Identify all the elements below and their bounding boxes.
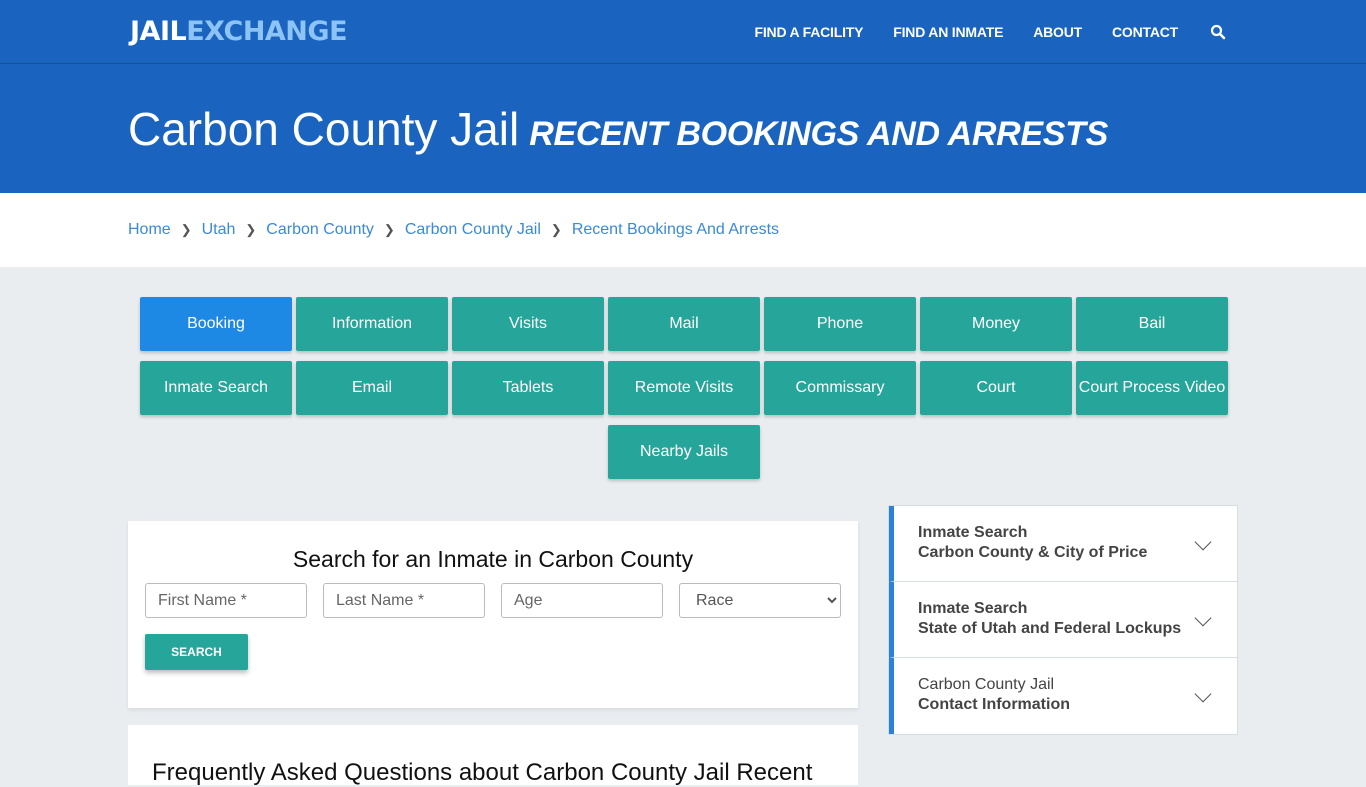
page-title: Carbon County Jail RECENT BOOKINGS AND AR… [128,102,1108,156]
accordion-carbon-county-search[interactable]: Inmate Search Carbon County & City of Pr… [889,506,1237,582]
btn-commissary[interactable]: Commissary [764,361,916,415]
nav-about[interactable]: ABOUT [1033,24,1082,40]
search-icon[interactable] [1210,24,1226,40]
btn-nearby-jails[interactable]: Nearby Jails [608,425,760,479]
logo-jail: JAIL [130,16,187,47]
inmate-search-card: Search for an Inmate in Carbon County Ra… [128,521,858,708]
accordion-line2: State of Utah and Federal Lockups [918,620,1182,637]
accordion-line2: Contact Information [918,696,1070,713]
breadcrumb-carbon-county-jail[interactable]: Carbon County Jail [405,221,541,239]
nav-contact[interactable]: CONTACT [1112,24,1178,40]
faq-card: Frequently Asked Questions about Carbon … [128,725,858,786]
age-input[interactable] [501,583,663,618]
chevron-right-icon: ❯ [180,222,192,237]
btn-tablets[interactable]: Tablets [452,361,604,415]
accordion-contact-information[interactable]: Carbon County Jail Contact Information [889,658,1237,734]
title-main: Carbon County Jail [128,103,520,155]
facility-button-grid: Booking Information Visits Mail Phone Mo… [139,297,1229,489]
btn-remote-visits[interactable]: Remote Visits [608,361,760,415]
chevron-right-icon: ❯ [550,222,562,237]
accordion-line2: Carbon County & City of Price [918,544,1148,561]
btn-email[interactable]: Email [296,361,448,415]
btn-visits[interactable]: Visits [452,297,604,351]
accordion-line1: Carbon County Jail [918,676,1055,693]
btn-booking[interactable]: Booking [140,297,292,351]
nav-find-facility[interactable]: FIND A FACILITY [755,24,864,40]
breadcrumb-home[interactable]: Home [128,221,171,239]
btn-information[interactable]: Information [296,297,448,351]
btn-bail[interactable]: Bail [1076,297,1228,351]
first-name-input[interactable] [145,583,307,618]
search-button[interactable]: SEARCH [145,634,248,670]
chevron-right-icon: ❯ [245,222,257,237]
btn-inmate-search[interactable]: Inmate Search [140,361,292,415]
last-name-input[interactable] [323,583,485,618]
top-navbar: JAILEXCHANGE FIND A FACILITY FIND AN INM… [0,0,1366,64]
race-select[interactable]: Race [679,583,841,618]
hero-banner: Carbon County Jail RECENT BOOKINGS AND AR… [0,64,1366,193]
btn-court-process-video[interactable]: Court Process Video [1076,361,1228,415]
title-subtitle: RECENT BOOKINGS AND ARRESTS [529,115,1108,153]
btn-phone[interactable]: Phone [764,297,916,351]
breadcrumb-carbon-county[interactable]: Carbon County [266,221,374,239]
faq-title: Frequently Asked Questions about Carbon … [152,759,813,786]
btn-money[interactable]: Money [920,297,1072,351]
search-title: Search for an Inmate in Carbon County [292,546,694,572]
accordion-state-federal-search[interactable]: Inmate Search State of Utah and Federal … [889,582,1237,658]
accordion-line1: Inmate Search [918,524,1028,541]
main-nav: FIND A FACILITY FIND AN INMATE ABOUT CON… [725,0,1226,64]
search-fields: Race [128,583,858,618]
breadcrumb: Home ❯ Utah ❯ Carbon County ❯ Carbon Cou… [0,193,1366,267]
btn-court[interactable]: Court [920,361,1072,415]
logo-exchange: EXCHANGE [186,16,348,47]
breadcrumb-utah[interactable]: Utah [202,221,236,239]
accordion-line1: Inmate Search [918,600,1028,617]
chevron-right-icon: ❯ [383,222,395,237]
sidebar-accordion: Inmate Search Carbon County & City of Pr… [888,505,1238,735]
site-logo[interactable]: JAILEXCHANGE [130,16,348,47]
btn-mail[interactable]: Mail [608,297,760,351]
breadcrumb-recent-bookings[interactable]: Recent Bookings And Arrests [572,221,779,239]
nav-find-inmate[interactable]: FIND AN INMATE [893,24,1003,40]
